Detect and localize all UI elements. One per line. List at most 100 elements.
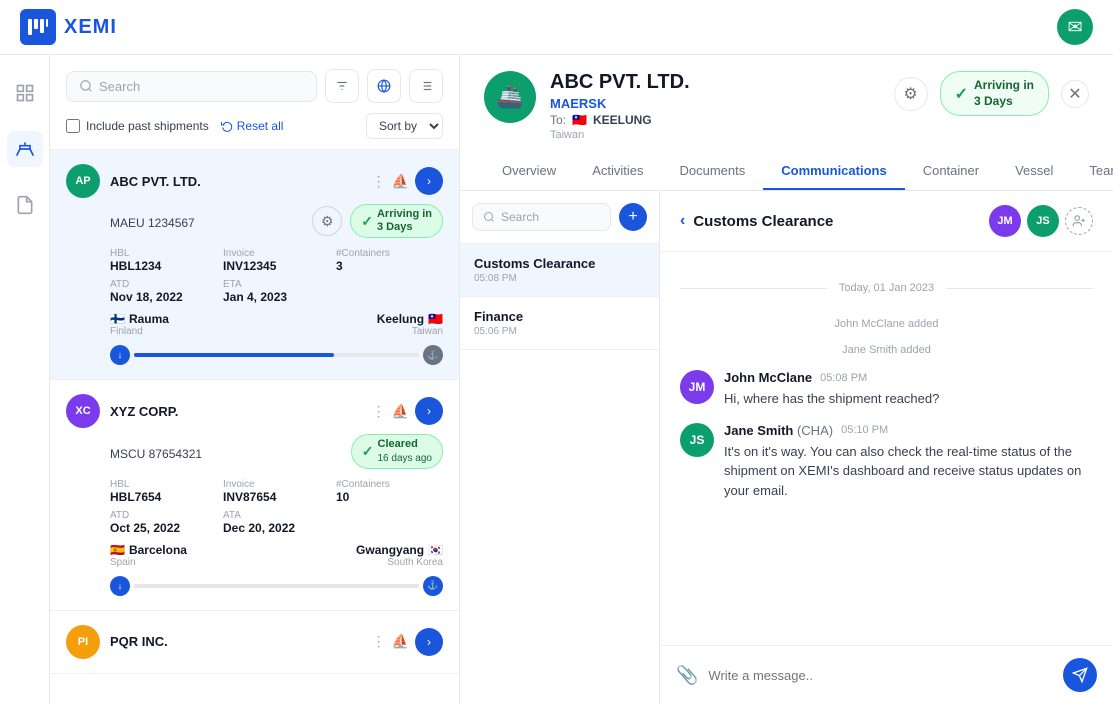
- card-actions-2: ⋮ ⛵ ›: [372, 397, 443, 425]
- detail-header: 🚢 ABC PVT. LTD. MAERSK To: 🇹🇼 KEELUNG Ta…: [460, 55, 1113, 191]
- card-details-1: HBL HBL1234 Invoice INV12345 #Containers…: [110, 248, 443, 273]
- conv-search-placeholder: Search: [501, 210, 539, 224]
- company-name-3: PQR INC.: [110, 634, 362, 649]
- detail-close-button[interactable]: ✕: [1061, 80, 1089, 108]
- sidebar-icon-ship[interactable]: [7, 131, 43, 167]
- notification-button[interactable]: ✉: [1057, 9, 1093, 45]
- sidebar-icon-grid[interactable]: [7, 75, 43, 111]
- msg-text-2: It's on it's way. You can also check the…: [724, 442, 1093, 501]
- tab-communications[interactable]: Communications: [763, 153, 904, 190]
- include-past-shipments-label[interactable]: Include past shipments: [66, 119, 209, 133]
- msg-avatar-2: JS: [680, 423, 714, 457]
- detail-top: 🚢 ABC PVT. LTD. MAERSK To: 🇹🇼 KEELUNG Ta…: [484, 71, 1089, 141]
- send-button[interactable]: [1063, 658, 1097, 692]
- nav-btn-2[interactable]: ›: [415, 397, 443, 425]
- sidebar-icon-document[interactable]: [7, 187, 43, 223]
- conversation-item-2[interactable]: Finance 05:06 PM: [460, 297, 659, 350]
- msg-header-1: John McClane 05:08 PM: [724, 370, 1093, 385]
- conv-time-2: 05:06 PM: [474, 326, 645, 337]
- tab-overview[interactable]: Overview: [484, 153, 574, 190]
- from-country-1: Finland: [110, 326, 169, 337]
- logo-text: XEMI: [64, 16, 117, 39]
- system-msg-1: John McClane added: [680, 318, 1093, 330]
- tab-vessel[interactable]: Vessel: [997, 153, 1071, 190]
- conv-search-input[interactable]: Search: [472, 203, 611, 231]
- company-destination: To: 🇹🇼 KEELUNG: [550, 113, 690, 127]
- card-header-1: AP ABC PVT. LTD. ⋮ ⛵ ›: [66, 164, 443, 198]
- shipments-list: AP ABC PVT. LTD. ⋮ ⛵ › MAEU 1234567 ⚙ ✓: [50, 150, 459, 704]
- company-detail-info: ABC PVT. LTD. MAERSK To: 🇹🇼 KEELUNG Taiw…: [550, 71, 690, 141]
- status-badge-2: ✓ Cleared16 days ago: [351, 434, 443, 468]
- progress-track-2: [134, 584, 419, 588]
- containers-label-1: #Containers: [336, 248, 443, 259]
- status-badge-1: ✓ Arriving in3 Days: [350, 204, 443, 238]
- chat-back-button[interactable]: ‹: [680, 212, 685, 230]
- route-from-1: 🇫🇮Rauma Finland: [110, 312, 169, 337]
- chat-input[interactable]: [708, 668, 1053, 683]
- gear-badge-1[interactable]: ⚙: [312, 206, 342, 236]
- conversation-item-1[interactable]: Customs Clearance 05:08 PM: [460, 244, 659, 297]
- search-box[interactable]: Search: [66, 71, 317, 102]
- msg-content-1: John McClane 05:08 PM Hi, where has the …: [724, 370, 1093, 409]
- shipments-panel: Search Include past shipments: [50, 55, 460, 704]
- from-city-1: 🇫🇮Rauma: [110, 312, 169, 326]
- msg-time-2: 05:10 PM: [841, 424, 888, 436]
- tab-team[interactable]: Team: [1071, 153, 1113, 190]
- msg-time-1: 05:08 PM: [820, 372, 867, 384]
- list-button[interactable]: [409, 69, 443, 103]
- more-icon-1[interactable]: ⋮: [372, 173, 386, 190]
- sort-select[interactable]: Sort by: [366, 113, 443, 139]
- to-city-1: Keelung🇹🇼: [377, 312, 443, 326]
- message-1: JM John McClane 05:08 PM Hi, where has t…: [680, 370, 1093, 409]
- destination-country: Taiwan: [550, 129, 690, 141]
- tab-activities[interactable]: Activities: [574, 153, 661, 190]
- route-to-1: Keelung🇹🇼 Taiwan: [377, 312, 443, 337]
- progress-bar-2: ↓ ⚓: [110, 576, 443, 596]
- include-past-shipments-checkbox[interactable]: [66, 119, 80, 133]
- progress-fill-2: [134, 584, 419, 588]
- ship-info: 🚢 ABC PVT. LTD. MAERSK To: 🇹🇼 KEELUNG Ta…: [484, 71, 690, 141]
- tab-documents[interactable]: Documents: [661, 153, 763, 190]
- hbl-label-1: HBL: [110, 248, 217, 259]
- msg-text-1: Hi, where has the shipment reached?: [724, 389, 1093, 409]
- logo-icon: [20, 9, 56, 45]
- date-divider: Today, 01 Jan 2023: [680, 282, 1093, 294]
- detail-settings-button[interactable]: ⚙: [894, 77, 928, 111]
- system-msg-2: Jane Smith added: [680, 344, 1093, 356]
- filter-button[interactable]: [325, 69, 359, 103]
- attach-button[interactable]: 📎: [676, 665, 698, 686]
- chat-avatar-js: JS: [1027, 205, 1059, 237]
- shipments-header: Search Include past shipments: [50, 55, 459, 150]
- ship-action-icon-3[interactable]: ⛵: [392, 633, 409, 650]
- more-icon-2[interactable]: ⋮: [372, 403, 386, 420]
- msg-name-1: John McClane: [724, 370, 812, 385]
- shipment-card-2[interactable]: XC XYZ CORP. ⋮ ⛵ › MSCU 87654321 ✓ Clear…: [50, 380, 459, 610]
- ship-action-icon-2[interactable]: ⛵: [392, 403, 409, 420]
- detail-header-right: ⚙ ✓ Arriving in3 Days ✕: [894, 71, 1089, 116]
- shipment-card-1[interactable]: AP ABC PVT. LTD. ⋮ ⛵ › MAEU 1234567 ⚙ ✓: [50, 150, 459, 380]
- chat-header: ‹ Customs Clearance JM JS: [660, 191, 1113, 252]
- company-name-2: XYZ CORP.: [110, 404, 362, 419]
- card-actions-3: ⋮ ⛵ ›: [372, 628, 443, 656]
- chat-area: ‹ Customs Clearance JM JS Today, 01: [660, 191, 1113, 704]
- globe-button[interactable]: [367, 69, 401, 103]
- reset-button[interactable]: Reset all: [221, 119, 284, 133]
- conv-name-2: Finance: [474, 309, 645, 324]
- shipment-card-3[interactable]: PI PQR INC. ⋮ ⛵ ›: [50, 611, 459, 674]
- progress-start-dot-2: ↓: [110, 576, 130, 596]
- route-from-2: 🇪🇸Barcelona Spain: [110, 543, 187, 568]
- add-conversation-button[interactable]: +: [619, 203, 647, 231]
- conv-search-area: Search +: [460, 191, 659, 244]
- nav-btn-1[interactable]: ›: [415, 167, 443, 195]
- ship-action-icon-1[interactable]: ⛵: [392, 173, 409, 190]
- nav-btn-3[interactable]: ›: [415, 628, 443, 656]
- progress-bar-1: ↓ ⚓: [110, 345, 443, 365]
- chat-messages: Today, 01 Jan 2023 John McClane added Ja…: [660, 252, 1113, 645]
- tab-container[interactable]: Container: [905, 153, 997, 190]
- company-detail-line: MAERSK: [550, 96, 690, 111]
- company-avatar-2: XC: [66, 394, 100, 428]
- company-detail-name: ABC PVT. LTD.: [550, 71, 690, 94]
- msg-avatar-1: JM: [680, 370, 714, 404]
- add-member-button[interactable]: [1065, 207, 1093, 235]
- more-icon-3[interactable]: ⋮: [372, 633, 386, 650]
